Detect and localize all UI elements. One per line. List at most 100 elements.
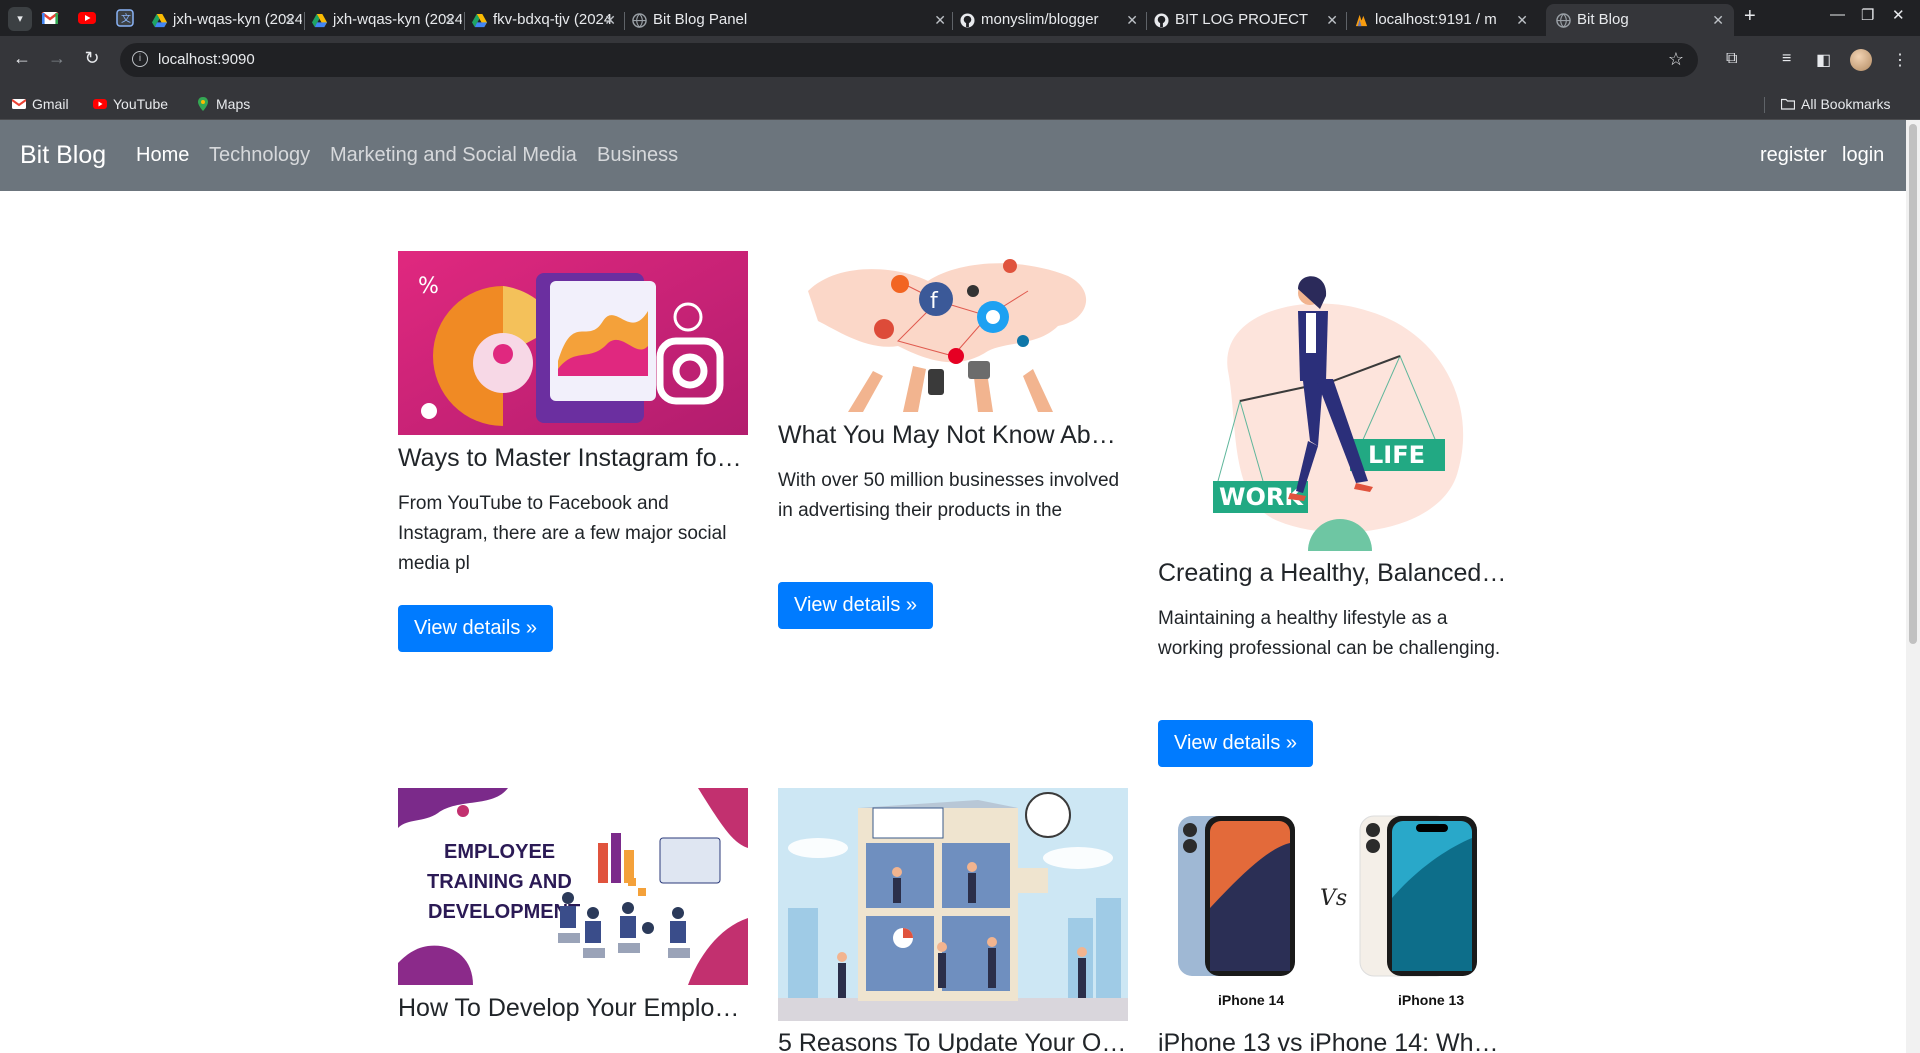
browser-toolbar: ← → ↻ i localhost:9090 ☆ ⧉ ≡ ◧ ⋮ xyxy=(0,36,1920,90)
tab-close-icon[interactable]: ✕ xyxy=(444,4,456,36)
employee-training-image: EMPLOYEE TRAINING AND DEVELOPMENT xyxy=(398,788,748,985)
svg-text:EMPLOYEE: EMPLOYEE xyxy=(444,841,555,863)
bookmark-star-icon[interactable]: ☆ xyxy=(1668,49,1684,70)
side-panel-icon[interactable]: ◧ xyxy=(1816,50,1831,70)
youtube-pinned-tab-icon[interactable] xyxy=(78,9,96,27)
view-details-button[interactable]: View details » xyxy=(778,582,934,629)
github-icon xyxy=(960,13,975,28)
globe-icon xyxy=(1556,13,1571,28)
login-link[interactable]: login xyxy=(1842,120,1884,191)
tab-close-icon[interactable]: ✕ xyxy=(1126,4,1138,36)
translate-pinned-tab-icon[interactable]: 文 xyxy=(116,9,134,27)
tab-title: localhost:9191 / m xyxy=(1375,11,1497,28)
svg-text:%: % xyxy=(418,274,439,299)
nav-home[interactable]: Home xyxy=(136,120,189,191)
site-brand[interactable]: Bit Blog xyxy=(20,120,106,191)
tab-title: jxh-wqas-kyn (2024 xyxy=(333,11,462,28)
tab-close-icon[interactable]: ✕ xyxy=(604,4,616,36)
post-title[interactable]: Ways to Master Instagram for Business xyxy=(398,444,748,473)
tab-drive-2[interactable]: jxh-wqas-kyn (2024 ✕ xyxy=(312,4,462,36)
bookmark-youtube[interactable]: YouTube xyxy=(93,90,168,119)
iphone14-label: iPhone 14 xyxy=(1218,992,1284,1008)
tab-drive-3[interactable]: fkv-bdxq-tjv (2024 ✕ xyxy=(472,4,622,36)
all-bookmarks[interactable]: All Bookmarks xyxy=(1781,90,1890,119)
folder-icon xyxy=(1781,98,1795,110)
bookmarks-bar: Gmail YouTube Maps All Bookmarks xyxy=(0,90,1920,120)
bookmark-label: YouTube xyxy=(113,96,169,112)
all-bookmarks-label: All Bookmarks xyxy=(1801,96,1891,112)
reload-icon[interactable]: ↻ xyxy=(80,48,104,69)
youtube-icon xyxy=(93,99,107,109)
nav-business[interactable]: Business xyxy=(597,120,678,191)
post-title[interactable]: 5 Reasons To Update Your Office xyxy=(778,1029,1128,1053)
new-tab-plus-icon[interactable]: + xyxy=(1744,5,1756,28)
svg-text:TRAINING AND: TRAINING AND xyxy=(427,871,572,893)
nav-marketing[interactable]: Marketing and Social Media xyxy=(330,120,577,191)
address-bar[interactable]: i localhost:9090 ☆ xyxy=(120,43,1698,77)
tab-drive-1[interactable]: jxh-wqas-kyn (2024 ✕ xyxy=(152,4,302,36)
vs-label: Vs xyxy=(1320,886,1347,911)
forward-arrow-icon[interactable]: → xyxy=(45,48,69,69)
maps-icon xyxy=(198,97,208,111)
back-arrow-icon[interactable]: ← xyxy=(10,48,34,69)
post-excerpt: Maintaining a healthy lifestyle as a wor… xyxy=(1158,608,1501,659)
github-icon xyxy=(1154,13,1169,28)
tab-title: Bit Blog Panel xyxy=(653,11,748,28)
nav-technology[interactable]: Technology xyxy=(209,120,310,191)
tab-bit-blog-panel[interactable]: Bit Blog Panel ✕ xyxy=(632,4,952,36)
work-life-balance-image: WORK LIFE xyxy=(1158,251,1508,551)
tab-close-icon[interactable]: ✕ xyxy=(934,4,946,36)
instagram-marketing-image: % xyxy=(398,251,748,435)
post-title[interactable]: iPhone 13 vs iPhone 14: What's the Diffe… xyxy=(1158,1029,1508,1053)
social-media-map-image: f xyxy=(778,251,1128,412)
extensions-puzzle-icon[interactable]: ⧉ xyxy=(1726,50,1737,68)
window-close-icon[interactable]: ✕ xyxy=(1892,6,1905,24)
minimize-icon[interactable]: — xyxy=(1830,6,1845,23)
tab-title: jxh-wqas-kyn (2024 xyxy=(173,11,302,28)
site-navbar: Bit Blog Home Technology Marketing and S… xyxy=(0,120,1906,191)
tab-bit-blog-active[interactable]: Bit Blog ✕ xyxy=(1546,4,1734,36)
more-menu-icon[interactable]: ⋮ xyxy=(1892,50,1908,70)
bookmark-label: Gmail xyxy=(32,96,69,112)
iphone13-label: iPhone 13 xyxy=(1398,992,1464,1008)
office-building-image xyxy=(778,788,1128,1021)
drive-icon xyxy=(472,13,487,28)
media-controls-icon[interactable]: ≡ xyxy=(1782,50,1791,68)
post-title[interactable]: What You May Not Know About Social Media xyxy=(778,421,1128,450)
url-text[interactable]: localhost:9090 xyxy=(158,43,255,77)
browser-tabstrip: ▾ 文 jxh-wqas-kyn (2024 ✕ jxh-wqas-kyn (2… xyxy=(0,0,1920,36)
iphone-comparison-image: Vs iPhone 14 iPhone 13 xyxy=(1158,788,1508,1021)
page-scrollbar[interactable] xyxy=(1906,120,1920,1053)
view-details-button[interactable]: View details » xyxy=(398,605,554,652)
site-info-icon[interactable]: i xyxy=(132,51,148,67)
bookmark-gmail[interactable]: Gmail xyxy=(12,90,69,119)
tab-title: BIT LOG PROJECT xyxy=(1175,11,1309,28)
tab-github-blogger[interactable]: monyslim/blogger ✕ xyxy=(960,4,1144,36)
profile-avatar[interactable] xyxy=(1850,49,1872,71)
bookmark-label: Maps xyxy=(216,96,251,112)
scrollbar-thumb[interactable] xyxy=(1909,124,1917,644)
post-title[interactable]: Creating a Healthy, Balanced Lifestyle xyxy=(1158,559,1508,588)
tab-title: monyslim/blogger xyxy=(981,11,1099,28)
page-viewport: Bit Blog Home Technology Marketing and S… xyxy=(0,120,1920,1053)
register-link[interactable]: register xyxy=(1760,120,1827,191)
tab-close-icon[interactable]: ✕ xyxy=(284,4,296,36)
tab-phpmyadmin[interactable]: localhost:9191 / m ✕ xyxy=(1354,4,1534,36)
restore-icon[interactable]: ❐ xyxy=(1861,6,1874,24)
tab-close-icon[interactable]: ✕ xyxy=(1516,4,1528,36)
gmail-pinned-tab-icon[interactable] xyxy=(41,9,59,27)
svg-text:文: 文 xyxy=(121,12,131,25)
post-title[interactable]: How To Develop Your Employees xyxy=(398,994,748,1023)
tab-close-icon[interactable]: ✕ xyxy=(1712,4,1724,36)
view-details-button[interactable]: View details » xyxy=(1158,720,1314,767)
life-label: LIFE xyxy=(1368,441,1425,469)
tab-github-bit-log[interactable]: BIT LOG PROJECT ✕ xyxy=(1154,4,1344,36)
tab-close-icon[interactable]: ✕ xyxy=(1326,4,1338,36)
svg-text:f: f xyxy=(930,289,939,314)
bookmark-maps[interactable]: Maps xyxy=(196,90,250,119)
post-excerpt: From YouTube to Facebook and Instagram, … xyxy=(398,493,727,574)
svg-text:DEVELOPMENT: DEVELOPMENT xyxy=(428,901,580,923)
tab-title: Bit Blog xyxy=(1577,11,1629,28)
post-excerpt: With over 50 million businesses involved… xyxy=(778,470,1120,521)
tab-search-chevron-icon[interactable]: ▾ xyxy=(8,7,32,31)
